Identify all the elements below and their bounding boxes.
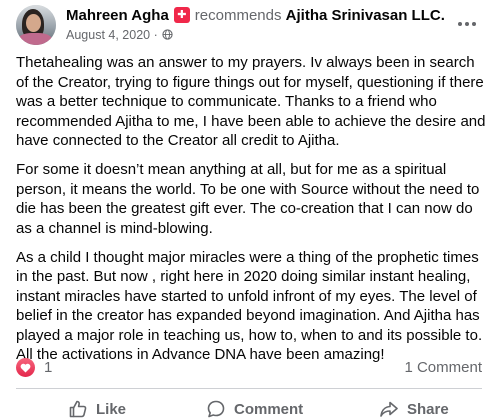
share-arrow-icon	[380, 401, 398, 417]
share-label: Share	[407, 400, 449, 418]
comment-button[interactable]: Comment	[206, 393, 303, 419]
like-button[interactable]: Like	[68, 393, 126, 419]
divider	[16, 388, 482, 389]
share-button[interactable]: Share	[379, 393, 449, 419]
post-title-line: Mahreen Agha ✚ recommends Ajitha Srinivasa…	[66, 6, 445, 25]
business-name[interactable]: Ajitha Srinivasan LLC.	[286, 7, 445, 24]
meta-separator: ·	[153, 28, 158, 42]
reaction-count[interactable]: 1	[44, 359, 52, 377]
post-date[interactable]: August 4, 2020	[66, 28, 150, 42]
action-bar: Like Comment Share	[16, 393, 482, 419]
author-name[interactable]: Mahreen Agha	[66, 7, 169, 24]
post-meta: August 4, 2020 ·	[66, 27, 173, 43]
recommends-label: recommends	[194, 7, 282, 24]
reactions-bar: 1 1 Comment	[16, 356, 482, 380]
comment-label: Comment	[234, 400, 304, 418]
post-header: Mahreen Agha ✚ recommends Ajitha Srinivasa…	[0, 0, 495, 48]
avatar[interactable]	[16, 5, 56, 45]
globe-icon	[162, 29, 173, 40]
recommend-badge-icon: ✚	[173, 7, 190, 23]
post-body: Thetahealing was an answer to my prayers…	[16, 53, 486, 374]
post-paragraph: Thetahealing was an answer to my prayers…	[16, 54, 486, 149]
comment-count[interactable]: 1 Comment	[404, 359, 482, 377]
thumbs-up-icon	[69, 400, 87, 418]
love-reaction-icon[interactable]	[16, 358, 35, 377]
post-paragraph: As a child I thought major miracles were…	[16, 248, 483, 364]
like-label: Like	[96, 400, 127, 418]
post-paragraph: For some it doesn’t mean anything at all…	[16, 161, 480, 237]
more-options-icon[interactable]	[452, 12, 482, 36]
comment-bubble-icon	[207, 400, 225, 418]
